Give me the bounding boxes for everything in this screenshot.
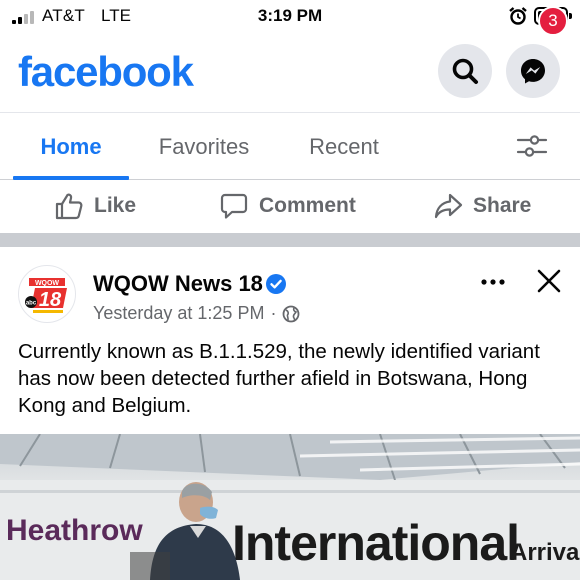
feed-tabs: Home Favorites Recent	[0, 112, 580, 180]
comment-label: Comment	[259, 194, 356, 217]
verified-badge-icon	[266, 274, 286, 294]
more-options-icon[interactable]	[475, 267, 511, 297]
feed-separator	[0, 233, 580, 247]
tab-recent[interactable]: Recent	[295, 113, 393, 179]
like-label: Like	[94, 194, 137, 217]
sign-arrivals-text: Arrivals	[510, 539, 580, 566]
airport-arrivals-photo: Heathrow International Arrivals	[0, 434, 580, 580]
messenger-button[interactable]	[506, 44, 560, 98]
thumbs-up-icon	[55, 193, 83, 220]
comment-bubble-icon	[220, 193, 248, 219]
share-label: Share	[473, 194, 532, 217]
comment-button[interactable]: Comment	[219, 180, 356, 232]
filter-sliders-icon[interactable]	[512, 131, 552, 161]
messenger-icon	[521, 59, 545, 84]
alarm-icon	[509, 7, 527, 25]
messenger-badge: 3	[538, 6, 568, 36]
post-photo[interactable]: Heathrow International Arrivals	[0, 434, 580, 580]
share-arrow-icon	[434, 193, 463, 219]
search-button[interactable]	[438, 44, 492, 98]
svg-text:18: 18	[39, 289, 62, 311]
tab-home[interactable]: Home	[13, 113, 129, 179]
globe-icon	[283, 305, 300, 322]
post-header: WQOW 18 abc WQOW News 18 Yesterday at 1:…	[0, 247, 580, 331]
meta-separator: ·	[270, 303, 277, 323]
page-name[interactable]: WQOW News 18	[93, 271, 263, 297]
close-icon[interactable]	[533, 265, 565, 297]
page-avatar[interactable]: WQOW 18 abc	[18, 265, 76, 323]
wqow-logo-icon: WQOW 18 abc	[25, 278, 67, 313]
tab-favorites[interactable]: Favorites	[143, 113, 265, 179]
post-text: Currently known as B.1.1.529, the newly …	[18, 340, 540, 417]
search-icon	[452, 58, 478, 84]
status-bar: AT&T LTE 3:19 PM	[0, 0, 580, 34]
like-button[interactable]: Like	[54, 180, 136, 232]
share-button[interactable]: Share	[433, 180, 531, 232]
sign-international-text: International	[232, 515, 519, 571]
app-header: facebook	[0, 34, 580, 112]
facebook-logo[interactable]: facebook	[18, 48, 194, 96]
sign-heathrow-text: Heathrow	[6, 514, 143, 547]
post-meta: Yesterday at 1:25 PM ·	[93, 303, 300, 324]
post-timestamp[interactable]: Yesterday at 1:25 PM	[93, 303, 264, 324]
status-time: 3:19 PM	[257, 6, 323, 25]
svg-text:WQOW: WQOW	[35, 280, 59, 287]
reaction-bar: Like Comment Share	[0, 180, 580, 232]
svg-text:abc: abc	[26, 301, 37, 307]
